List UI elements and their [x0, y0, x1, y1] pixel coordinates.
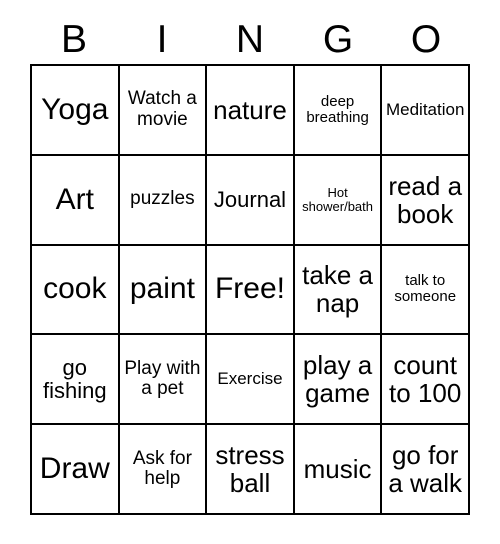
bingo-cell-label: puzzles	[130, 188, 195, 210]
bingo-cell[interactable]: Play with a pet	[119, 335, 208, 426]
bingo-cell-label: Hot shower/bath	[302, 184, 373, 214]
bingo-cell[interactable]: Hot shower/bath	[294, 155, 383, 246]
bingo-header-letter-o: O	[410, 17, 442, 61]
bingo-cell-label: Draw	[39, 451, 110, 485]
bingo-cell-label: talk to someone	[394, 272, 457, 306]
bingo-cell[interactable]: Ask for help	[119, 425, 208, 515]
bingo-cell[interactable]: stress ball	[207, 425, 295, 515]
bingo-header-letter-g: G	[322, 17, 354, 61]
bingo-cell[interactable]: Yoga	[32, 66, 120, 156]
bingo-card: B I N G O Yoga Watch a movie nature deep breath…	[0, 0, 500, 544]
bingo-cell[interactable]: talk to someone	[382, 245, 470, 336]
bingo-grid: Yoga Watch a movie nature deep breathing Med…	[30, 64, 470, 515]
bingo-cell[interactable]: read a book	[382, 155, 470, 246]
bingo-cell-label: nature	[213, 94, 287, 125]
bingo-cell-label: Exercise	[217, 369, 283, 389]
bingo-cell-label: Yoga	[41, 92, 109, 126]
bingo-cell[interactable]: Meditation	[382, 66, 470, 156]
bingo-header-letter-b: B	[60, 17, 87, 61]
bingo-header-row: BINGO	[30, 14, 470, 64]
bingo-cell-label: Watch a movie	[127, 88, 197, 130]
bingo-cell-label: Meditation	[385, 99, 465, 119]
bingo-cell-label: Play with a pet	[124, 357, 201, 400]
bingo-cell[interactable]: count to 100	[382, 335, 470, 426]
bingo-header-letter-i: I	[156, 17, 168, 61]
bingo-cell[interactable]: nature	[207, 66, 295, 156]
bingo-cell[interactable]: deep breathing	[294, 66, 383, 156]
bingo-cell-label: music	[303, 454, 372, 485]
bingo-cell[interactable]: puzzles	[119, 155, 208, 246]
bingo-cell-label: Ask for help	[132, 447, 192, 490]
bingo-cell[interactable]: go for a walk	[382, 425, 470, 515]
bingo-cell[interactable]: Exercise	[207, 335, 295, 426]
bingo-cell[interactable]: Art	[32, 155, 120, 246]
bingo-cell-label: Art	[55, 182, 94, 216]
bingo-cell-label: Free!	[214, 272, 285, 306]
bingo-cell-label: play a game	[302, 350, 373, 409]
bingo-cell-label: cook	[43, 272, 107, 306]
bingo-cell-label: count to 100	[389, 350, 462, 409]
bingo-header-letter-n: N	[235, 17, 265, 61]
bingo-cell[interactable]: go fishing	[32, 335, 120, 426]
bingo-cell-label: read a book	[388, 170, 463, 229]
bingo-cell-label: stress ball	[215, 440, 285, 499]
bingo-cell[interactable]: take a nap	[294, 245, 383, 336]
bingo-cell-label: go fishing	[43, 354, 107, 404]
bingo-cell-label: Journal	[213, 186, 287, 212]
bingo-cell[interactable]: paint	[119, 245, 208, 336]
bingo-cell-label: deep breathing	[306, 92, 369, 126]
bingo-cell[interactable]: cook	[32, 245, 120, 336]
bingo-cell[interactable]: Journal	[207, 155, 295, 246]
bingo-cell[interactable]: play a game	[294, 335, 383, 426]
bingo-cell[interactable]: Watch a movie	[119, 66, 208, 156]
bingo-cell[interactable]: Free!	[207, 245, 295, 336]
bingo-cell[interactable]: music	[294, 425, 383, 515]
bingo-cell-label: go for a walk	[388, 440, 463, 499]
bingo-cell-label: paint	[129, 272, 195, 306]
bingo-cell[interactable]: Draw	[32, 425, 120, 515]
bingo-cell-label: take a nap	[302, 260, 373, 319]
